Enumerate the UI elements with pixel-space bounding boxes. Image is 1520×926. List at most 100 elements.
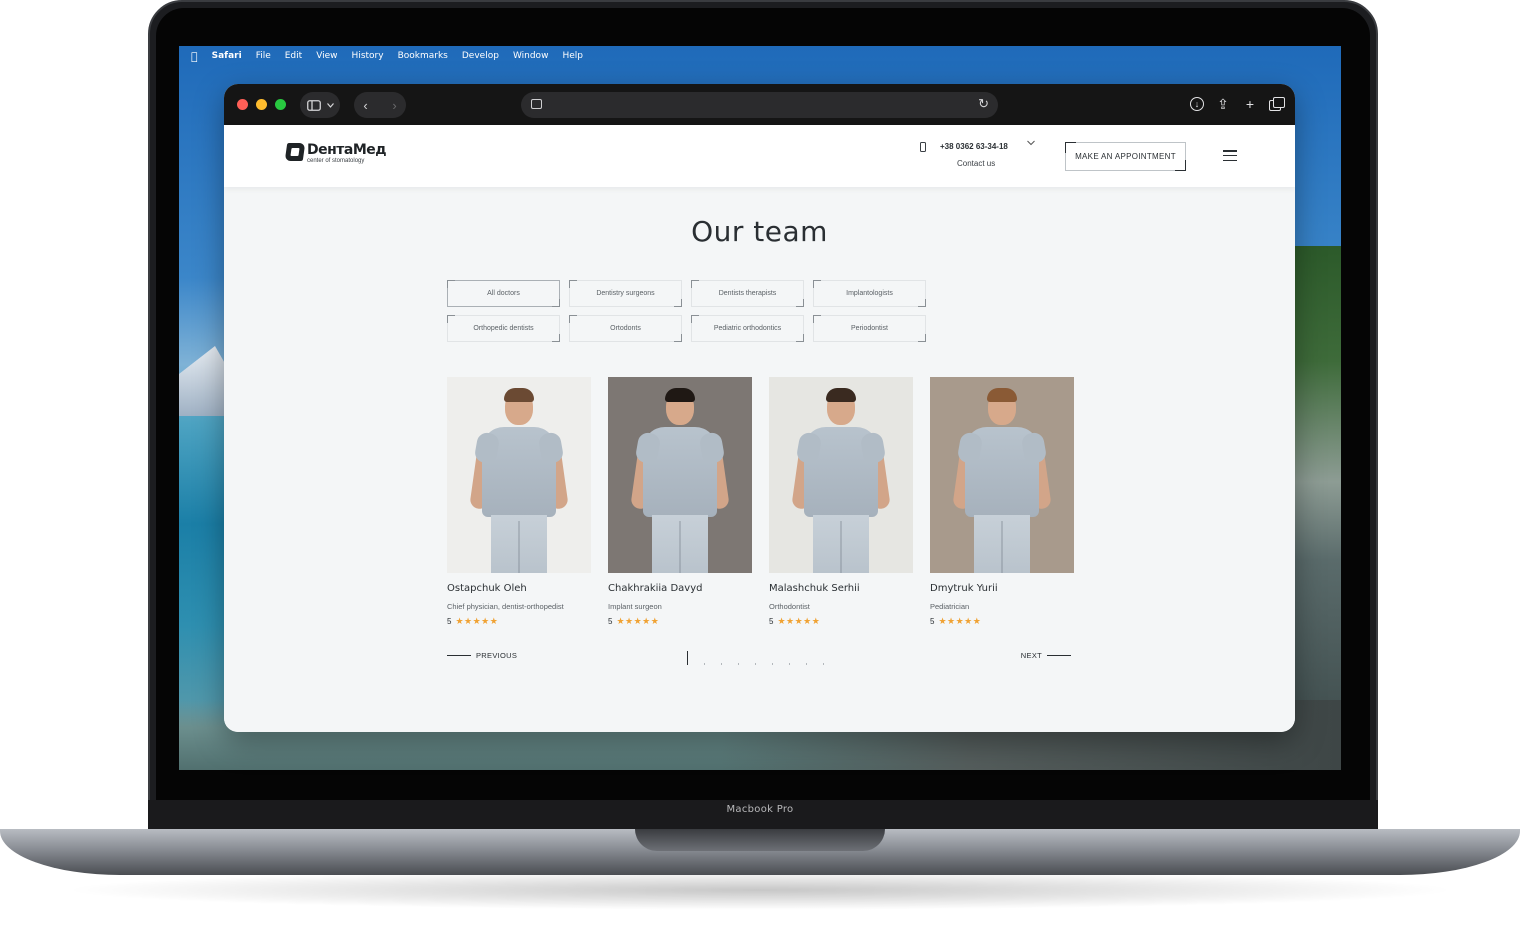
pager-dot[interactable] — [789, 663, 790, 665]
previous-button[interactable]: PREVIOUS — [447, 651, 517, 660]
back-button[interactable]: ‹ — [363, 98, 367, 113]
doctor-name: Dmytruk Yurii — [930, 583, 998, 594]
sidebar-icon — [306, 99, 321, 111]
downloads-icon[interactable]: ↓ — [1190, 97, 1204, 111]
filter-implantologists[interactable]: Implantologists — [813, 280, 926, 307]
menu-bookmarks[interactable]: Bookmarks — [398, 51, 448, 61]
doctor-rating: 5 ★★★★★ — [930, 616, 1074, 627]
pager-dot[interactable] — [738, 663, 739, 665]
logo-name: DентаMед — [307, 142, 387, 158]
menu-window[interactable]: Window — [513, 51, 549, 61]
reload-icon[interactable]: ↻ — [978, 96, 989, 112]
pager-dot[interactable] — [823, 663, 824, 665]
pager-dot[interactable] — [755, 663, 756, 665]
toolbar-actions: ↓ ⇪ + — [1190, 93, 1285, 115]
share-icon[interactable]: ⇪ — [1215, 93, 1231, 115]
next-button[interactable]: NEXT — [1021, 651, 1071, 660]
doctor-figure — [447, 377, 591, 573]
make-appointment-button[interactable]: MAKE AN APPOINTMENT — [1065, 142, 1186, 171]
arrow-line-icon — [447, 655, 471, 656]
doctor-rating: 5 ★★★★★ — [769, 616, 913, 627]
doctor-rating: 5 ★★★★★ — [447, 616, 591, 627]
laptop-notch — [635, 829, 885, 851]
phone-icon — [920, 142, 926, 152]
laptop-shadow — [60, 870, 1460, 910]
pager-dot[interactable] — [806, 663, 807, 665]
burger-line — [1223, 154, 1237, 157]
address-bar[interactable]: ↻ — [521, 92, 998, 118]
phone-number[interactable]: +38 0362 63-34-18 — [940, 142, 1008, 151]
minimize-window-button[interactable] — [256, 99, 267, 110]
forward-button[interactable]: › — [392, 98, 396, 113]
new-tab-icon[interactable]: + — [1242, 93, 1258, 115]
doctor-figure — [769, 377, 913, 573]
site-header: DентаMед center of stomatology +38 0362 … — [224, 125, 1295, 187]
contact-us-link[interactable]: Contact us — [957, 159, 995, 168]
filter-all-doctors[interactable]: All doctors — [447, 280, 560, 307]
menu-history[interactable]: History — [352, 51, 384, 61]
menu-view[interactable]: View — [316, 51, 337, 61]
pager-dot[interactable] — [721, 663, 722, 665]
wallpaper-rocks — [1293, 246, 1341, 770]
menu-help[interactable]: Help — [562, 51, 583, 61]
pager-dot[interactable] — [704, 663, 705, 665]
menu-file[interactable]: File — [256, 51, 271, 61]
doctor-card[interactable]: Ostapchuk Oleh Chief physician, dentist-… — [447, 377, 591, 627]
section-title: Our team — [691, 215, 828, 248]
close-window-button[interactable] — [237, 99, 248, 110]
rating-value: 5 — [930, 617, 935, 626]
burger-line — [1223, 150, 1237, 152]
filter-dentistry-surgeons[interactable]: Dentistry surgeons — [569, 280, 682, 307]
filter-dentists-therapists[interactable]: Dentists therapists — [691, 280, 804, 307]
doctor-role: Chief physician, dentist-orthopedist — [447, 602, 564, 611]
pager-dot[interactable] — [687, 651, 688, 665]
doctor-photo — [769, 377, 913, 573]
doctor-photo — [608, 377, 752, 573]
doctor-figure — [608, 377, 752, 573]
filter-pediatric-orthodontics[interactable]: Pediatric orthodontics — [691, 315, 804, 342]
doctor-cards: Ostapchuk Oleh Chief physician, dentist-… — [447, 377, 1074, 627]
tab-overview-icon — [1269, 97, 1285, 111]
hamburger-menu-icon[interactable] — [1223, 150, 1237, 161]
rating-value: 5 — [769, 617, 774, 626]
logo-text: DентаMед center of stomatology — [307, 142, 387, 164]
doctor-name: Malashchuk Serhii — [769, 583, 860, 594]
device-label: Macbook Pro — [726, 804, 794, 815]
doctor-rating: 5 ★★★★★ — [608, 616, 752, 627]
zoom-window-button[interactable] — [275, 99, 286, 110]
carousel-pager: PREVIOUS NEXT — [447, 649, 1071, 665]
menu-safari[interactable]: Safari — [212, 51, 242, 61]
arrow-line-icon — [1047, 655, 1071, 656]
tab-overview-button[interactable] — [1269, 93, 1285, 115]
navigation-buttons: ‹ › — [354, 92, 406, 118]
star-rating-icon: ★★★★★ — [616, 616, 660, 626]
browser-toolbar: ‹ › ↻ ↓ ⇪ + — [224, 84, 1295, 125]
phone-chevron-icon[interactable] — [1027, 140, 1035, 146]
doctor-figure — [930, 377, 1074, 573]
filter-periodontist[interactable]: Periodontist — [813, 315, 926, 342]
next-label: NEXT — [1020, 651, 1042, 660]
doctor-photo — [930, 377, 1074, 573]
filter-orthopedic-dentists[interactable]: Orthopedic dentists — [447, 315, 560, 342]
doctor-card[interactable]: Malashchuk Serhii Orthodontist 5 ★★★★★ — [769, 377, 913, 627]
doctor-card[interactable]: Dmytruk Yurii Pediatrician 5 ★★★★★ — [930, 377, 1074, 627]
sidebar-toggle-button[interactable] — [300, 92, 340, 118]
filter-ortodonts[interactable]: Ortodonts — [569, 315, 682, 342]
menu-develop[interactable]: Develop — [462, 51, 499, 61]
doctor-filters: All doctors Dentistry surgeons Dentists … — [447, 280, 1047, 342]
pager-dots — [687, 649, 824, 665]
doctor-name: Chakhrakiia Davyd — [608, 583, 703, 594]
doctor-role: Implant surgeon — [608, 602, 662, 611]
webpage: DентаMед center of stomatology +38 0362 … — [224, 125, 1295, 732]
doctor-card[interactable]: Chakhrakiia Davyd Implant surgeon 5 ★★★★… — [608, 377, 752, 627]
logo-mark-icon — [284, 143, 306, 161]
rating-value: 5 — [447, 617, 452, 626]
burger-line — [1223, 159, 1237, 161]
pager-dot[interactable] — [772, 663, 773, 665]
menu-edit[interactable]: Edit — [285, 51, 302, 61]
site-logo[interactable]: DентаMед center of stomatology — [284, 142, 387, 164]
rating-value: 5 — [608, 617, 613, 626]
apple-menu-icon[interactable]:  — [191, 50, 198, 63]
chevron-down-icon — [326, 102, 334, 108]
star-rating-icon: ★★★★★ — [777, 616, 821, 626]
